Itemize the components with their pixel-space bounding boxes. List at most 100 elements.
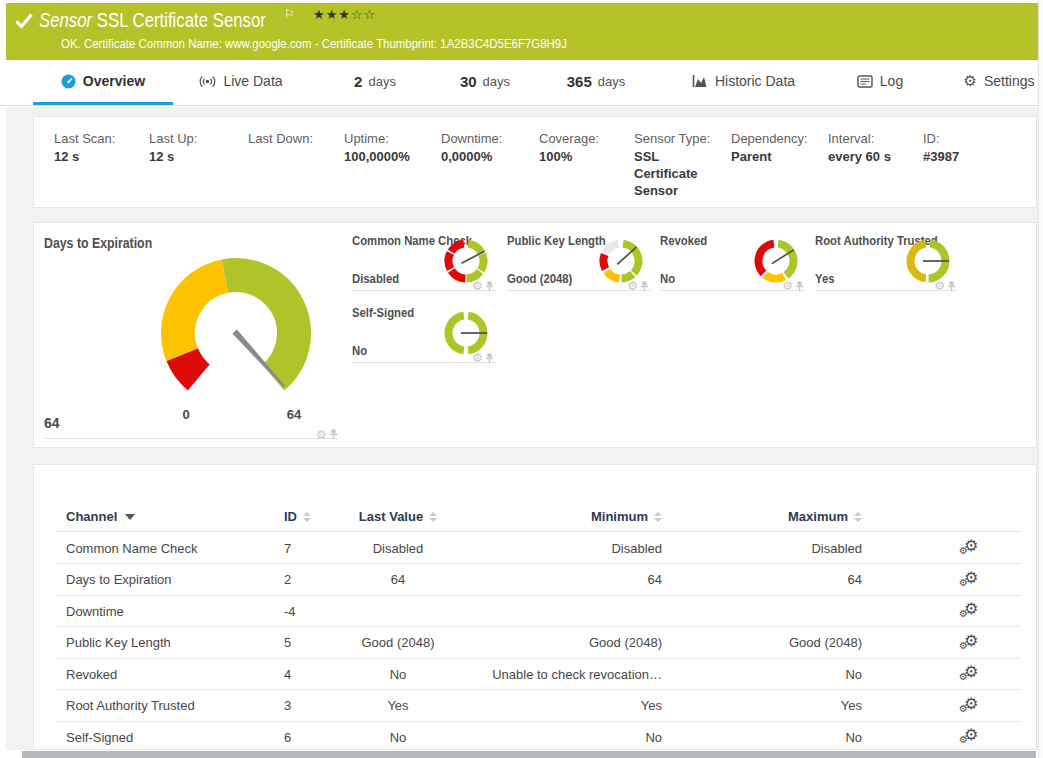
table-row[interactable]: Downtime-4⚙⚙ (55, 596, 1021, 628)
log-icon (857, 75, 873, 88)
big-gauge-value: 64 (44, 415, 60, 431)
tab-live-data-label: Live Data (223, 73, 282, 89)
gauge-cell-root-authority-trusted: Root Authority Trusted Yes ⚙ (815, 229, 958, 291)
pin-icon[interactable] (947, 281, 956, 292)
table-header-row: Channel ID Last Value Minimum Maximum (55, 501, 1021, 532)
cell-id: 3 (284, 690, 291, 721)
cell-minimum: Yes (435, 690, 662, 721)
tab-365-days[interactable]: 365 days (556, 60, 636, 102)
channel-settings-icon[interactable]: ⚙⚙ (959, 632, 981, 654)
tab-365-days-label: days (598, 74, 625, 89)
channel-settings-icon[interactable]: ⚙⚙ (959, 537, 981, 559)
gauge-cell-public-key-length: Public Key Length Good (2048) ⚙ (507, 229, 651, 291)
gauge-title: Self-Signed (352, 305, 414, 320)
gear-icon: ⚙ (963, 72, 976, 90)
gauge-actions: ⚙ (782, 279, 804, 293)
gauge-actions: ⚙ (472, 279, 494, 293)
gauge-actions: ⚙ (934, 279, 956, 293)
divider (44, 438, 337, 439)
table-row[interactable]: Days to Expiration2646464⚙⚙ (55, 564, 1021, 596)
days-to-expiration-gauge (156, 253, 316, 413)
pin-icon[interactable] (485, 353, 494, 364)
channel-settings-icon[interactable]: ⚙⚙ (959, 569, 981, 591)
cell-minimum: Good (2048) (435, 627, 662, 658)
gauge-title: Public Key Length (507, 233, 606, 248)
cell-id: 2 (284, 564, 291, 595)
status-message: OK. Certificate Common Name: www.google.… (61, 36, 567, 51)
flag-icon[interactable]: ⚐ (284, 7, 295, 21)
cell-channel: Root Authority Trusted (66, 690, 195, 721)
gear-icon[interactable]: ⚙ (472, 279, 483, 293)
gauge (905, 238, 951, 284)
col-header-maximum[interactable]: Maximum (695, 501, 862, 532)
tab-overview[interactable]: Overview (33, 60, 173, 102)
sensor-kind-label: Sensor (39, 9, 92, 31)
info-sensor-type: Sensor Type:SSL Certificate Sensor (634, 130, 731, 207)
table-row[interactable]: Self-Signed6NoNoNo⚙⚙ (55, 722, 1021, 754)
gauge-value: No (660, 271, 675, 286)
tab-2-days-number: 2 (354, 73, 362, 90)
horizontal-scrollbar-thumb[interactable] (22, 751, 1036, 758)
cell-maximum (695, 596, 862, 627)
cell-id: 7 (284, 533, 291, 564)
col-header-id[interactable]: ID (284, 501, 311, 532)
cell-actions: ⚙⚙ (950, 564, 990, 595)
horizontal-scrollbar[interactable] (0, 750, 1038, 758)
gear-icon[interactable]: ⚙ (782, 279, 793, 293)
tab-30-days-label: days (483, 74, 510, 89)
info-last-down: Last Down: (248, 130, 344, 207)
tab-log-label: Log (880, 73, 903, 89)
tab-historic-data[interactable]: Historic Data (686, 60, 801, 102)
priority-stars[interactable]: ★★★☆☆ (313, 7, 376, 22)
tab-365-days-number: 365 (567, 73, 592, 90)
cell-channel: Downtime (66, 596, 124, 627)
col-header-channel[interactable]: Channel (66, 501, 135, 532)
big-gauge-max-label: 64 (287, 407, 301, 422)
channel-settings-icon[interactable]: ⚙⚙ (959, 663, 981, 685)
sensor-name: SSL Certificate Sensor (97, 9, 266, 31)
cell-actions: ⚙⚙ (950, 533, 990, 564)
tab-live-data[interactable]: Live Data (196, 60, 286, 102)
table-row[interactable]: Revoked4NoUnable to check revocation…No⚙… (55, 659, 1021, 691)
cell-channel: Public Key Length (66, 627, 171, 658)
gauge (598, 238, 644, 284)
gauge-cell-self-signed: Self-Signed No ⚙ (352, 301, 496, 363)
channels-table-panel: Channel ID Last Value Minimum Maximum Co… (33, 464, 1037, 750)
tab-30-days[interactable]: 30days (450, 60, 520, 102)
channel-settings-icon[interactable]: ⚙⚙ (959, 600, 981, 622)
channel-settings-icon[interactable]: ⚙⚙ (959, 695, 981, 717)
gauges-panel: Days to Expiration 0 64 64 ⚙ Common Name… (33, 222, 1037, 448)
cell-actions: ⚙⚙ (950, 659, 990, 690)
tab-log[interactable]: Log (851, 60, 909, 102)
tab-settings[interactable]: ⚙ Settings (960, 60, 1038, 102)
cell-minimum (435, 596, 662, 627)
cell-id: 4 (284, 659, 291, 690)
gauge-title: Revoked (660, 233, 707, 248)
vertical-scrollbar[interactable] (1038, 0, 1043, 758)
pin-icon[interactable] (485, 281, 494, 292)
big-gauge-min-label: 0 (182, 407, 189, 422)
cell-id: 6 (284, 722, 291, 753)
cell-maximum: Yes (695, 690, 862, 721)
gear-icon[interactable]: ⚙ (316, 428, 327, 442)
cell-maximum: No (695, 722, 862, 753)
gauge-value: Good (2048) (507, 271, 572, 286)
col-header-minimum[interactable]: Minimum (435, 501, 662, 532)
gear-icon[interactable]: ⚙ (934, 279, 945, 293)
table-row[interactable]: Public Key Length5Good (2048)Good (2048)… (55, 627, 1021, 659)
gauge-value: Yes (815, 271, 835, 286)
gear-icon[interactable]: ⚙ (472, 351, 483, 365)
tab-2-days[interactable]: 2days (340, 60, 410, 102)
pin-icon[interactable] (640, 281, 649, 292)
pin-icon[interactable] (795, 281, 804, 292)
info-uptime: Uptime:100,0000% (344, 130, 441, 207)
cell-maximum: 64 (695, 564, 862, 595)
table-row[interactable]: Common Name Check7DisabledDisabledDisabl… (55, 533, 1021, 565)
table-row[interactable]: Root Authority Trusted3YesYesYes⚙⚙ (55, 690, 1021, 722)
gauge (443, 238, 489, 284)
cell-minimum: No (435, 722, 662, 753)
big-gauge-title: Days to Expiration (44, 235, 152, 251)
channel-settings-icon[interactable]: ⚙⚙ (959, 726, 981, 748)
gauge-icon (61, 74, 76, 89)
gear-icon[interactable]: ⚙ (627, 279, 638, 293)
